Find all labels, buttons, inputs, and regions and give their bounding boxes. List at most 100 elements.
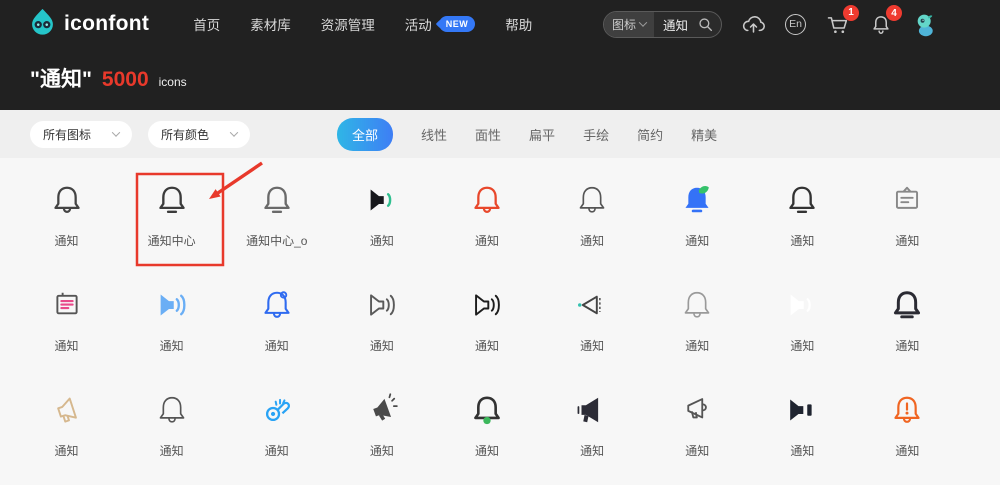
whistle-icon: [256, 387, 298, 433]
icon-card[interactable]: 通知: [645, 380, 750, 485]
icon-card[interactable]: 通知: [434, 170, 539, 275]
filter-tab[interactable]: 精美: [691, 125, 717, 144]
filter-tab[interactable]: 面性: [475, 125, 501, 144]
speaker-solid-arc-icon: [361, 177, 403, 223]
icon-card[interactable]: 通知: [750, 380, 855, 485]
icon-card[interactable]: 通知: [119, 275, 224, 380]
cart-button[interactable]: 1: [825, 12, 850, 37]
logo-text: iconfont: [64, 12, 149, 36]
icon-grid-row: 通知通知通知通知通知通知通知通知通知: [14, 275, 960, 380]
cart-count-badge: 1: [843, 5, 859, 21]
avatar-icon: [912, 11, 938, 37]
search-query-title: "通知": [30, 63, 92, 93]
icon-card[interactable]: 通知: [119, 380, 224, 485]
icon-label: 通知: [475, 337, 499, 354]
bell-bold-icon: [886, 282, 928, 328]
megaphone-solid-tilt-icon: [361, 387, 403, 433]
new-badge: NEW: [439, 16, 476, 32]
icon-card[interactable]: 通知: [329, 275, 434, 380]
filter-tab[interactable]: 全部: [337, 118, 393, 151]
search-icon[interactable]: [696, 17, 721, 32]
icon-card[interactable]: 通知: [540, 275, 645, 380]
bell-leaf-icon: [676, 177, 718, 223]
board-lines-icon: [46, 282, 88, 328]
icon-label: 通知: [55, 232, 79, 249]
icon-card[interactable]: 通知: [14, 275, 119, 380]
nav-item-activity[interactable]: 活动 NEW: [405, 14, 476, 34]
filter-bar: 所有图标 所有颜色 全部 线性 面性 扁平 手绘 简约 精美: [0, 110, 1000, 158]
icon-card[interactable]: 通知: [540, 170, 645, 275]
icon-label: 通知: [370, 337, 394, 354]
language-toggle[interactable]: En: [785, 14, 806, 35]
user-avatar[interactable]: [912, 11, 938, 37]
icon-card[interactable]: 通知: [329, 380, 434, 485]
nav-item-home[interactable]: 首页: [193, 14, 220, 34]
icon-grid-row: 通知通知通知通知通知通知通知通知通知: [14, 380, 960, 485]
notifications-button[interactable]: 4: [869, 12, 893, 36]
nav-item-library[interactable]: 素材库: [250, 14, 291, 34]
upload-button[interactable]: [741, 12, 766, 37]
filter-tab[interactable]: 线性: [421, 125, 447, 144]
filter-tab[interactable]: 手绘: [583, 125, 609, 144]
icon-card-highlighted[interactable]: 通知中心: [119, 170, 224, 275]
speaker-outline-waves-icon: [466, 282, 508, 328]
iconfont-logo-icon: [28, 7, 57, 41]
bell-thin-icon: [676, 282, 718, 328]
icon-label: 通知: [790, 337, 814, 354]
nav-item-label: 帮助: [505, 14, 532, 34]
icon-label: 通知: [790, 442, 814, 459]
icon-card[interactable]: 通知中心_o: [224, 170, 329, 275]
bell-dot-icon: [256, 282, 298, 328]
icon-label: 通知: [685, 442, 709, 459]
icon-label: 通知: [685, 232, 709, 249]
search-category-dropdown[interactable]: 图标: [604, 12, 654, 37]
icon-label: 通知: [475, 442, 499, 459]
icon-card[interactable]: 通知: [224, 275, 329, 380]
bell-base-icon: [151, 177, 193, 223]
icon-label: 通知: [160, 337, 184, 354]
bell-outline-icon: [466, 177, 508, 223]
notification-count-badge: 4: [886, 5, 902, 21]
board-icon: [886, 177, 928, 223]
filter-tab[interactable]: 扁平: [529, 125, 555, 144]
icon-label: 通知: [580, 337, 604, 354]
icon-grid-row: 通知通知中心通知中心_o通知通知通知通知通知通知: [14, 170, 960, 275]
color-dropdown[interactable]: 所有颜色: [148, 121, 250, 148]
icon-card[interactable]: 通知: [750, 275, 855, 380]
navbar: iconfont 首页 素材库 资源管理 活动 NEW 帮助 图标: [0, 0, 1000, 48]
speaker-solid-left-icon: [781, 282, 823, 328]
icon-card[interactable]: 通知: [645, 170, 750, 275]
icon-card[interactable]: 通知: [14, 380, 119, 485]
icon-card[interactable]: 通知: [329, 170, 434, 275]
icon-card[interactable]: 通知: [855, 275, 960, 380]
bell-green-dot-icon: [466, 387, 508, 433]
icon-card[interactable]: 通知: [540, 380, 645, 485]
speaker-solid-waves-icon: [151, 282, 193, 328]
search-input[interactable]: [654, 17, 696, 31]
icon-card[interactable]: 通知: [645, 275, 750, 380]
megaphone-outline-tilt-icon: [46, 387, 88, 433]
nav-item-help[interactable]: 帮助: [505, 14, 532, 34]
navbar-right: 图标 En: [603, 11, 938, 38]
icon-label: 通知: [895, 442, 919, 459]
bell-base-icon: [781, 177, 823, 223]
nav-item-resources[interactable]: 资源管理: [321, 14, 375, 34]
icon-label: 通知: [265, 337, 289, 354]
icon-label: 通知: [160, 442, 184, 459]
megaphone-solid-left-icon: [571, 387, 613, 433]
logo[interactable]: iconfont: [28, 7, 149, 41]
header: iconfont 首页 素材库 资源管理 活动 NEW 帮助 图标: [0, 0, 1000, 110]
icon-label: 通知: [265, 442, 289, 459]
cloud-upload-icon: [741, 12, 766, 37]
language-icon: En: [785, 14, 806, 35]
icon-card[interactable]: 通知: [224, 380, 329, 485]
filter-tab[interactable]: 简约: [637, 125, 663, 144]
nav-item-label: 首页: [193, 14, 220, 34]
icon-card[interactable]: 通知: [434, 380, 539, 485]
icon-type-dropdown[interactable]: 所有图标: [30, 121, 132, 148]
icon-card[interactable]: 通知: [855, 170, 960, 275]
icon-card[interactable]: 通知: [750, 170, 855, 275]
icon-card[interactable]: 通知: [855, 380, 960, 485]
icon-card[interactable]: 通知: [14, 170, 119, 275]
icon-card[interactable]: 通知: [434, 275, 539, 380]
